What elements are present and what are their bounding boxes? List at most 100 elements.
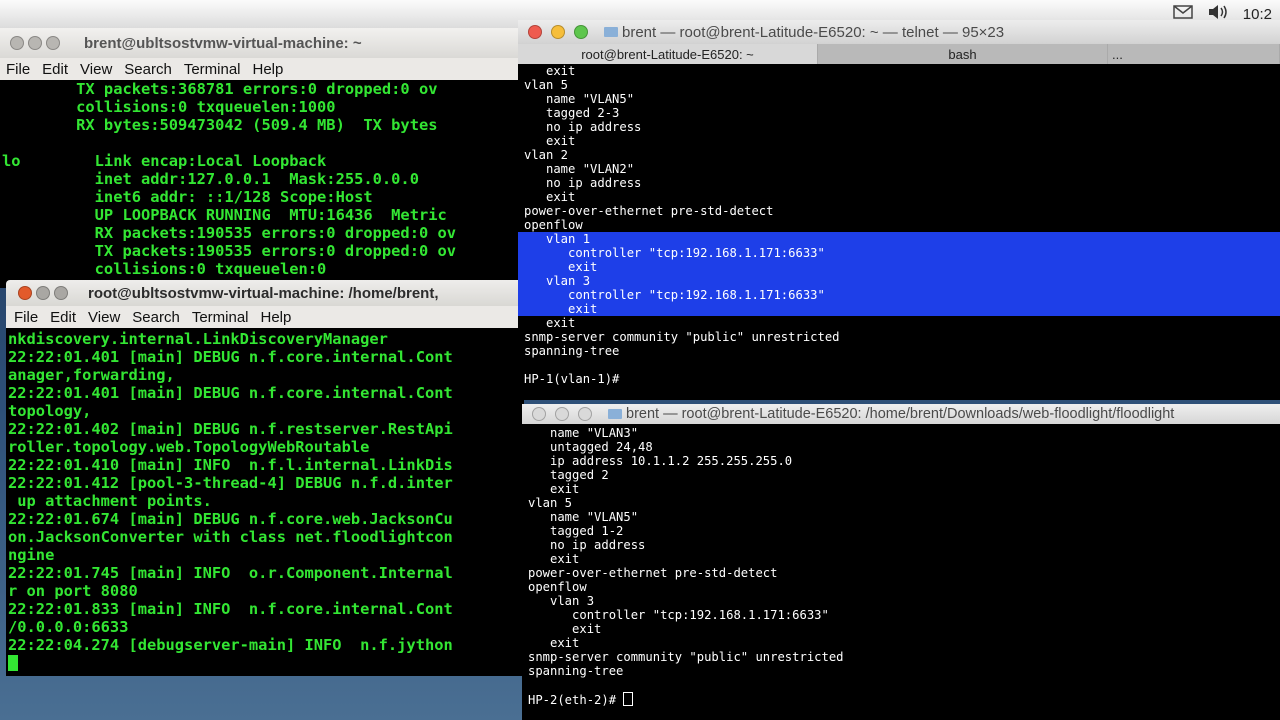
window-title: root@ubltsostvmw-virtual-machine: /home/…	[88, 284, 439, 302]
terminal-line: power-over-ethernet pre-std-detect	[524, 204, 774, 218]
menu-terminal[interactable]: Terminal	[178, 61, 247, 78]
terminal-line: exit	[528, 636, 580, 650]
menu-search[interactable]: Search	[118, 61, 178, 78]
minimize-button[interactable]	[551, 25, 565, 39]
terminal-output[interactable]: TX packets:368781 errors:0 dropped:0 ov …	[0, 80, 520, 288]
terminal-line: 22:22:01.674 [main] DEBUG n.f.core.web.J…	[8, 510, 453, 528]
minimize-button[interactable]	[28, 36, 42, 50]
terminal-line: 22:22:01.401 [main] DEBUG n.f.core.inter…	[8, 348, 453, 366]
terminal-line: exit	[524, 260, 598, 274]
terminal-line: /0.0.0.0:6633	[8, 618, 129, 636]
menu-search[interactable]: Search	[126, 309, 186, 326]
terminal-line: exit	[524, 190, 576, 204]
terminal-window-2[interactable]: root@ubltsostvmw-virtual-machine: /home/…	[6, 280, 524, 676]
menu-view[interactable]: View	[74, 61, 118, 78]
terminal-line: name "VLAN3"	[528, 426, 639, 440]
terminal-line: 22:22:01.410 [main] INFO n.f.l.internal.…	[8, 456, 453, 474]
menu-bar: File Edit View Search Terminal Help	[6, 306, 524, 328]
terminal-line: 22:22:01.745 [main] INFO o.r.Component.I…	[8, 564, 453, 582]
terminal-line: untagged 24,48	[528, 440, 653, 454]
terminal-line: name "VLAN5"	[524, 92, 635, 106]
terminal-prompt-line[interactable]: HP-2(eth-2)#	[528, 692, 1280, 707]
menu-view[interactable]: View	[82, 309, 126, 326]
terminal-line: vlan 5	[524, 78, 569, 92]
terminal-line: vlan 3	[524, 274, 591, 288]
terminal-line: anager,forwarding,	[8, 366, 175, 384]
terminal-line: roller.topology.web.TopologyWebRoutable	[8, 438, 370, 456]
menu-edit[interactable]: Edit	[36, 61, 74, 78]
terminal-output[interactable]: nkdiscovery.internal.LinkDiscoveryManage…	[6, 330, 524, 676]
maximize-button[interactable]	[46, 36, 60, 50]
window-titlebar[interactable]: brent@ubltsostvmw-virtual-machine: ~	[0, 28, 520, 58]
terminal-line: spanning-tree	[528, 664, 624, 678]
terminal-line: 22:22:01.402 [main] DEBUG n.f.restserver…	[8, 420, 453, 438]
terminal-line: snmp-server community "public" unrestric…	[524, 330, 840, 344]
telnet-window-1[interactable]: brent — root@brent-Latitude-E6520: ~ — t…	[518, 20, 1280, 400]
terminal-window-1[interactable]: brent@ubltsostvmw-virtual-machine: ~ Fil…	[0, 28, 520, 288]
terminal-line: name "VLAN2"	[524, 162, 635, 176]
close-button[interactable]	[18, 286, 32, 300]
terminal-line: power-over-ethernet pre-std-detect	[528, 566, 778, 580]
terminal-line: tagged 2	[528, 468, 609, 482]
terminal-line: topology,	[8, 402, 92, 420]
terminal-line: openflow	[528, 580, 587, 594]
minimize-button[interactable]	[555, 407, 569, 421]
terminal-line: RX packets:190535 errors:0 dropped:0 ov	[2, 224, 457, 242]
menu-edit[interactable]: Edit	[44, 309, 82, 326]
window-title: brent — root@brent-Latitude-E6520: ~ — t…	[622, 23, 1005, 41]
tab-bar: root@brent-Latitude-E6520: ~ bash ...	[518, 44, 1280, 64]
terminal-line: exit	[528, 552, 580, 566]
terminal-line: collisions:0 txqueuelen:0	[2, 260, 327, 278]
terminal-line: exit	[528, 622, 602, 636]
terminal-line: lo Link encap:Local Loopback	[2, 152, 327, 170]
menu-file[interactable]: File	[8, 309, 44, 326]
terminal-line: up attachment points.	[8, 492, 212, 510]
window-titlebar[interactable]: brent — root@brent-Latitude-E6520: ~ — t…	[518, 20, 1280, 44]
terminal-line: r on port 8080	[8, 582, 138, 600]
close-button[interactable]	[528, 25, 542, 39]
menu-file[interactable]: File	[0, 61, 36, 78]
telnet-window-2[interactable]: brent — root@brent-Latitude-E6520: /home…	[522, 404, 1280, 720]
terminal-line: snmp-server community "public" unrestric…	[528, 650, 844, 664]
maximize-button[interactable]	[578, 407, 592, 421]
menu-terminal[interactable]: Terminal	[186, 309, 255, 326]
terminal-line: TX packets:190535 errors:0 dropped:0 ov	[2, 242, 457, 260]
tab-bash[interactable]: bash	[818, 44, 1108, 64]
terminal-line: controller "tcp:192.168.1.171:6633"	[524, 288, 825, 302]
terminal-output[interactable]: exit vlan 5 name "VLAN5" tagged 2-3 no ip…	[518, 64, 1280, 400]
terminal-line: nkdiscovery.internal.LinkDiscoveryManage…	[8, 330, 388, 348]
terminal-line: tagged 2-3	[524, 106, 620, 120]
tab-overflow[interactable]: ...	[1108, 44, 1280, 64]
terminal-output[interactable]: name "VLAN3" untagged 24,48 ip address 1…	[522, 426, 1280, 720]
terminal-line: TX packets:368781 errors:0 dropped:0 ov	[2, 80, 438, 98]
maximize-button[interactable]	[54, 286, 68, 300]
terminal-line: vlan 3	[528, 594, 595, 608]
menu-help[interactable]: Help	[247, 61, 290, 78]
terminal-line: 22:22:04.274 [debugserver-main] INFO n.f…	[8, 636, 453, 654]
terminal-line: inet addr:127.0.0.1 Mask:255.0.0.0	[2, 170, 419, 188]
terminal-line: no ip address	[524, 176, 642, 190]
terminal-cursor	[623, 692, 634, 706]
terminal-line: 22:22:01.401 [main] DEBUG n.f.core.inter…	[8, 384, 453, 402]
window-titlebar[interactable]: brent — root@brent-Latitude-E6520: /home…	[522, 404, 1280, 424]
window-titlebar[interactable]: root@ubltsostvmw-virtual-machine: /home/…	[6, 280, 524, 306]
terminal-line: on.JacksonConverter with class net.flood…	[8, 528, 453, 546]
terminal-line: ip address 10.1.1.2 255.255.255.0	[528, 454, 793, 468]
menu-help[interactable]: Help	[255, 309, 298, 326]
close-button[interactable]	[532, 407, 546, 421]
terminal-line: exit	[528, 482, 580, 496]
minimize-button[interactable]	[36, 286, 50, 300]
terminal-line: exit	[524, 64, 576, 78]
maximize-button[interactable]	[574, 25, 588, 39]
terminal-line: 22:22:01.833 [main] INFO n.f.core.intern…	[8, 600, 453, 618]
tab-telnet[interactable]: root@brent-Latitude-E6520: ~	[518, 44, 818, 64]
terminal-prompt: HP-1(vlan-1)#	[524, 372, 620, 386]
terminal-line: UP LOOPBACK RUNNING MTU:16436 Metric	[2, 206, 447, 224]
close-button[interactable]	[10, 36, 24, 50]
menu-bar: File Edit View Search Terminal Help	[0, 58, 520, 80]
terminal-prompt: HP-2(eth-2)#	[528, 693, 624, 707]
terminal-line: vlan 1	[524, 232, 591, 246]
terminal-line: controller "tcp:192.168.1.171:6633"	[528, 608, 829, 622]
